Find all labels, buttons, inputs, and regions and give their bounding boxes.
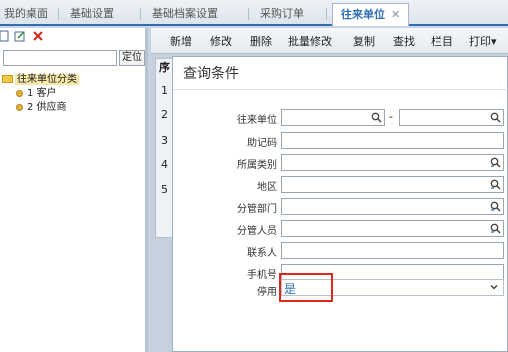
delete-icon[interactable] [32, 30, 44, 42]
main-toolbar: 新增 修改 删除 批量修改 复制 查找 栏目 打印▾ [151, 28, 508, 54]
category-label: 所属类别 [237, 160, 277, 171]
tree-item-label: 2 供应商 [27, 102, 67, 113]
dialog-title: 查询条件 [183, 66, 239, 82]
tree-item-supplier[interactable]: 2 供应商 [16, 98, 67, 113]
tab-separator [248, 8, 249, 20]
delete-button[interactable]: 删除 [250, 33, 272, 49]
print-button[interactable]: 打印▾ [469, 33, 497, 49]
search-icon[interactable] [490, 112, 501, 123]
tab-my-desktop[interactable]: 我的桌面 [4, 6, 48, 24]
tree-item-customer[interactable]: 1 客户 [16, 84, 57, 99]
range-separator: - [389, 110, 393, 123]
tab-separator [140, 8, 141, 20]
department-input[interactable] [281, 198, 504, 215]
print-button-label: 打印 [469, 35, 491, 48]
region-input[interactable] [281, 176, 504, 193]
chevron-down-icon: ▾ [491, 35, 497, 48]
tab-separator [326, 8, 327, 20]
mnemonic-code-label: 助记码 [247, 138, 277, 149]
chevron-down-icon[interactable] [490, 283, 498, 291]
partner-label: 往来单位 [237, 115, 277, 126]
lookup-icon[interactable] [490, 179, 501, 190]
contact-label: 联系人 [247, 248, 277, 259]
tab-separator [58, 8, 59, 20]
new-document-icon[interactable] [0, 30, 10, 42]
tab-basic-archive-settings[interactable]: 基础档案设置 [152, 6, 218, 24]
mnemonic-code-input[interactable] [281, 132, 504, 149]
partner-to-input[interactable] [399, 109, 504, 126]
node-icon [16, 89, 23, 97]
department-label: 分管部门 [237, 204, 277, 215]
category-toolbar [0, 28, 145, 46]
divider [173, 89, 508, 90]
tab-business-partners-label: 往来单位 [341, 8, 385, 21]
category-search-input[interactable] [3, 50, 117, 66]
lookup-icon[interactable] [490, 201, 501, 212]
tree-root-node[interactable]: 往来单位分类 [2, 70, 79, 85]
tab-bar: 我的桌面 基础设置 基础档案设置 采购订单 往来单位 ✕ [0, 0, 508, 26]
category-input[interactable] [281, 154, 504, 171]
tab-business-partners[interactable]: 往来单位 ✕ [332, 3, 410, 26]
annotation-highlight-box [279, 273, 333, 302]
copy-button[interactable]: 复制 [353, 33, 375, 49]
modify-button[interactable]: 修改 [210, 33, 232, 49]
add-button[interactable]: 新增 [170, 33, 192, 49]
staff-label: 分管人员 [237, 226, 277, 237]
close-icon[interactable]: ✕ [391, 8, 400, 21]
partner-from-input[interactable] [281, 109, 385, 126]
lookup-icon[interactable] [490, 223, 501, 234]
grid-row-number: 1 [161, 84, 168, 97]
grid-row-number: 2 [161, 108, 168, 121]
folder-icon [2, 75, 13, 83]
tab-basic-settings[interactable]: 基础设置 [70, 6, 114, 24]
lookup-icon[interactable] [490, 157, 501, 168]
grid-row-number: 4 [161, 158, 168, 171]
search-icon[interactable] [371, 112, 382, 123]
category-panel: 定位 往来单位分类 1 客户 2 供应商 [0, 28, 148, 352]
edit-icon[interactable] [14, 30, 26, 42]
region-label: 地区 [257, 182, 277, 193]
disabled-label: 停用 [257, 287, 277, 298]
find-button[interactable]: 查找 [393, 33, 415, 49]
contact-input[interactable] [281, 242, 504, 259]
batch-modify-button[interactable]: 批量修改 [288, 33, 332, 49]
node-icon [16, 103, 23, 111]
locate-button[interactable]: 定位 [119, 50, 145, 66]
staff-input[interactable] [281, 220, 504, 237]
grid-row-number: 5 [161, 183, 168, 196]
tab-purchase-order[interactable]: 采购订单 [260, 6, 304, 24]
grid-row-number: 3 [161, 134, 168, 147]
query-dialog: 查询条件 往来单位 - 助记码 所属类别 地区 分管部门 分管人员 联系人 手机… [172, 56, 508, 352]
mobile-label: 手机号 [247, 270, 277, 281]
columns-button[interactable]: 栏目 [431, 33, 453, 49]
